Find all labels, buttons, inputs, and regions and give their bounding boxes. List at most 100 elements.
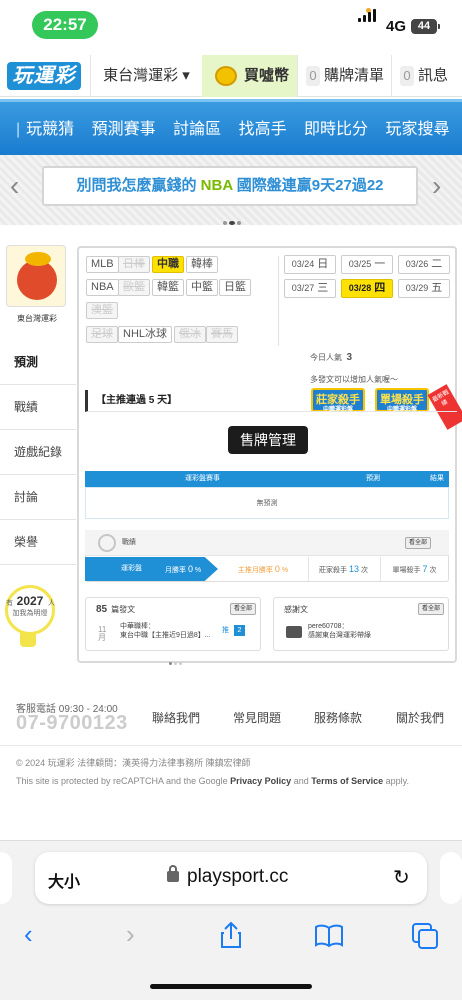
menu-item-guess[interactable]: 玩競猜 — [26, 102, 74, 158]
network-type: 4G — [386, 18, 407, 35]
thanks-view-all[interactable]: 看全部 — [418, 603, 445, 615]
back-icon[interactable]: ‹ — [24, 919, 33, 949]
terms-link[interactable]: Terms of Service — [311, 776, 383, 786]
reload-icon[interactable]: ↻ — [393, 865, 410, 890]
avatar[interactable] — [6, 245, 66, 307]
bulb-icon — [20, 633, 36, 647]
footer-faq-link[interactable]: 常見問題 — [233, 709, 281, 726]
lock-icon — [167, 865, 179, 882]
service-phone[interactable]: 07-9700123 — [16, 712, 128, 735]
footer-terms-link[interactable]: 服務條款 — [314, 709, 362, 726]
follower-suffix: 人 — [48, 600, 55, 607]
post-item[interactable]: 中華職棒： 東台中職【主推近9日過8】... — [120, 622, 220, 640]
category-jp-basketball[interactable]: 日籃 — [219, 279, 251, 296]
sidemenu-honor[interactable]: 榮譽 — [0, 520, 76, 565]
user-avatar-icon — [286, 626, 302, 638]
streak-title: 【主推連過 5 天】 — [85, 390, 457, 412]
post-date: 11 月 — [98, 625, 107, 642]
coin-icon — [215, 66, 237, 86]
follower-lamp[interactable]: 2027 加我為明燈 — [5, 585, 55, 635]
address-bar[interactable]: 大小 playsport.cc ↻ — [35, 852, 427, 904]
cart-label: 購牌清單 — [324, 67, 385, 84]
category-mlb[interactable]: MLB — [86, 256, 119, 273]
date-0329[interactable]: 03/29 五 — [398, 279, 450, 298]
category-horse-racing: 賽馬 — [206, 326, 238, 343]
push-count: 2 — [234, 625, 245, 636]
bookmarks-icon[interactable] — [314, 924, 344, 948]
thanks-header: 感謝文 — [284, 605, 308, 614]
footer-contact-link[interactable]: 聯絡我們 — [152, 709, 200, 726]
record-tab-main-win[interactable]: 主推月勝率 0 % — [223, 557, 303, 581]
site-logo[interactable]: 玩運彩 — [7, 62, 81, 90]
category-au-basketball: 澳籃 — [86, 302, 118, 319]
buy-coins-button[interactable]: 買噓幣 — [202, 55, 297, 97]
date-0324[interactable]: 03/24 日 — [284, 255, 336, 274]
cart-link[interactable]: 0 購牌清單 — [297, 55, 391, 97]
follower-label: 加我為明燈 — [12, 610, 48, 617]
share-icon[interactable] — [219, 921, 243, 949]
profile-card: 東台灣運彩 — [6, 245, 68, 333]
category-kr-basketball[interactable]: 韓籃 — [152, 279, 184, 296]
url-text[interactable]: playsport.cc — [187, 866, 288, 888]
popularity-hint: 多發文可以增加人氣喔～ — [310, 375, 398, 384]
posts-view-all[interactable]: 看全部 — [230, 603, 257, 615]
sell-management-button[interactable]: 售牌管理 — [228, 426, 308, 454]
category-ru-hockey: 俄冰 — [174, 326, 206, 343]
date-0328[interactable]: 03/28 四 — [341, 279, 393, 298]
carousel-prev-icon[interactable]: ‹ — [10, 169, 19, 203]
profile-name: 東台灣運彩 — [17, 314, 57, 323]
promo-banner[interactable]: 別問我怎麼贏錢的 NBA 國際盤連贏9天27過22 — [42, 166, 418, 206]
sidemenu-predict[interactable]: 預測 — [0, 340, 76, 385]
region-selector[interactable]: 東台灣運彩 ▾ — [90, 55, 202, 97]
category-nhl[interactable]: NHL冰球 — [118, 326, 173, 343]
messages-link[interactable]: 0 訊息 — [391, 55, 462, 97]
prediction-table-empty: 無預測 — [85, 487, 449, 519]
sidemenu-record[interactable]: 戰績 — [0, 385, 76, 430]
date-0327[interactable]: 03/27 三 — [284, 279, 336, 298]
date-0325[interactable]: 03/25 一 — [341, 255, 393, 274]
category-nba[interactable]: NBA — [86, 279, 119, 296]
push-label: 推 — [222, 627, 229, 634]
record-tab-lottery[interactable]: 運彩盤 月勝率 0 % — [85, 557, 218, 581]
carousel-next-icon[interactable]: › — [432, 169, 441, 203]
follower-count: 2027 — [16, 594, 44, 608]
category-cpbl[interactable]: 中職 — [152, 256, 184, 273]
col-result: 結果 — [430, 475, 444, 482]
promo-carousel: ‹ 別問我怎麼贏錢的 NBA 國際盤連贏9天27過22 › — [0, 155, 462, 225]
menu-item-forum[interactable]: 討論區 — [173, 102, 221, 158]
record-tab-single-killer[interactable]: 單場殺手 7 次 — [380, 557, 448, 581]
battery-icon: 44 — [411, 19, 440, 34]
prediction-table-header: 運彩盤賽事 預測 結果 — [85, 471, 449, 487]
prev-tab-peek[interactable] — [0, 852, 12, 904]
menu-item-livescore[interactable]: 即時比分 — [304, 102, 368, 158]
footer-about-link[interactable]: 關於我們 — [396, 709, 444, 726]
thanks-item[interactable]: pere60708： 感謝東台灣運彩帶綠 — [308, 622, 408, 640]
category-cn-basketball[interactable]: 中籃 — [186, 279, 218, 296]
category-kbo[interactable]: 韓棒 — [186, 256, 218, 273]
message-count: 0 — [400, 66, 414, 87]
messages-label: 訊息 — [418, 67, 449, 84]
column-divider — [278, 256, 279, 346]
home-indicator — [150, 984, 312, 989]
today-popularity: 今日人氣 3 — [310, 352, 353, 363]
posts-header: 85 篇發文 — [96, 604, 136, 615]
sidemenu-game-log[interactable]: 遊戲紀錄 — [0, 430, 76, 475]
privacy-link[interactable]: Privacy Policy — [230, 776, 291, 786]
menu-item-predict[interactable]: 預測賽事 — [92, 102, 156, 158]
date-0326[interactable]: 03/26 二 — [398, 255, 450, 274]
posts-pager — [168, 652, 183, 670]
record-header: 戰績 — [85, 530, 449, 556]
banner-text-pre: 別問我怎麼贏錢的 — [76, 177, 197, 194]
thanks-card: 感謝文 看全部 pere60708： 感謝東台灣運彩帶綠 — [273, 597, 449, 651]
menu-item-player-search[interactable]: 玩家搜尋 — [386, 102, 450, 158]
text-size-button[interactable]: 大小 — [48, 868, 80, 892]
forward-icon: › — [126, 919, 135, 949]
sidemenu-discussion[interactable]: 討論 — [0, 475, 76, 520]
tabs-icon[interactable] — [411, 922, 439, 950]
record-tab-banker-killer[interactable]: 莊家殺手 13 次 — [308, 557, 378, 581]
record-view-all[interactable]: 看全部 — [405, 537, 432, 549]
browser-toolbar: 大小 playsport.cc ↻ ‹ › — [0, 840, 462, 1000]
menu-item-experts[interactable]: 找高手 — [239, 102, 287, 158]
col-prediction: 預測 — [366, 475, 380, 482]
next-tab-peek[interactable] — [440, 852, 462, 904]
